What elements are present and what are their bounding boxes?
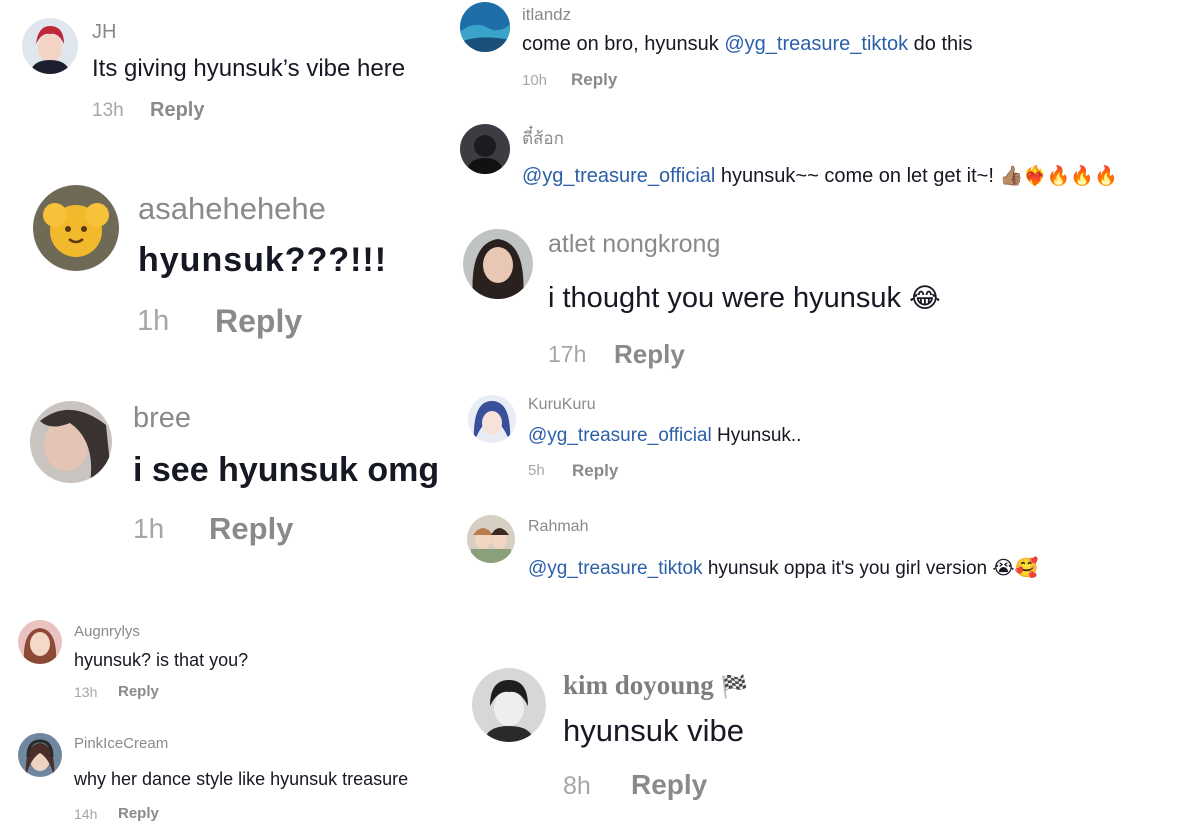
reply-button[interactable]: Reply — [614, 339, 685, 370]
timestamp: 17h — [548, 341, 587, 367]
avatar[interactable] — [463, 229, 533, 299]
mention-link[interactable]: @yg_treasure_official — [522, 165, 715, 187]
avatar[interactable] — [467, 515, 515, 563]
avatar[interactable] — [18, 733, 62, 777]
avatar[interactable] — [460, 124, 510, 174]
comment-text-part: hyunsuk oppa it's you girl version — [702, 558, 988, 579]
reply-button[interactable]: Reply — [209, 511, 293, 547]
reply-button[interactable]: Reply — [150, 99, 204, 122]
comment-text: i see hyunsuk omg — [133, 451, 440, 489]
avatar[interactable] — [22, 18, 78, 74]
comment-text-part: hyunsuk~~ come on let get it~! — [715, 165, 994, 187]
avatar[interactable] — [33, 185, 119, 271]
emoji-reaction: 😂 — [909, 283, 941, 313]
avatar[interactable] — [30, 401, 112, 483]
emoji-reaction: 👍🏽❤️‍🔥🔥🔥🔥 — [999, 166, 1118, 187]
comment-text: Its giving hyunsuk’s vibe here — [92, 55, 406, 82]
timestamp: 14h — [74, 806, 98, 822]
emoji-reaction: 😭🥰 — [992, 558, 1039, 579]
comment-text: come on bro, hyunsuk @yg_treasure_tiktok… — [522, 33, 973, 56]
comment-text: @yg_treasure_official hyunsuk~~ come on … — [522, 164, 1118, 188]
username-text[interactable]: kim doyoung — [563, 670, 714, 700]
comment-text: why her dance style like hyunsuk treasur… — [74, 769, 409, 789]
reply-button[interactable]: Reply — [572, 461, 618, 481]
comment-text-part: do this — [908, 33, 973, 55]
comment-text: @yg_treasure_tiktok hyunsuk oppa it's yo… — [528, 556, 1038, 580]
checkered-flag-icon: 🏁 — [720, 674, 748, 699]
avatar[interactable] — [460, 2, 510, 52]
timestamp: 5h — [528, 462, 545, 479]
reply-button[interactable]: Reply — [571, 70, 617, 90]
mention-link[interactable]: @yg_treasure_tiktok — [724, 33, 908, 55]
reply-button[interactable]: Reply — [118, 805, 159, 822]
timestamp: 10h — [522, 72, 548, 89]
username[interactable]: kim doyoung 🏁 — [563, 670, 748, 701]
timestamp: 1h — [137, 305, 170, 337]
username[interactable]: ตี๋ส้อก — [522, 125, 564, 152]
timestamp: 13h — [74, 684, 98, 700]
comment-text: hyunsuk? is that you? — [74, 650, 249, 670]
comment-text-part: come on bro, hyunsuk — [522, 33, 725, 55]
username[interactable]: asahehehehe — [138, 191, 326, 227]
mention-link[interactable]: @yg_treasure_official — [528, 425, 712, 446]
timestamp: 1h — [133, 513, 165, 544]
username[interactable]: bree — [133, 402, 191, 435]
comment-text: hyunsuk???!!! — [138, 241, 388, 279]
timestamp: 8h — [563, 772, 591, 800]
avatar[interactable] — [18, 620, 62, 664]
comment-text-part: Hyunsuk.. — [711, 425, 802, 446]
username[interactable]: PinkIceCream — [74, 735, 168, 752]
username[interactable]: KuruKuru — [528, 396, 596, 414]
username[interactable]: atlet nongkrong — [548, 230, 720, 259]
timestamp: 13h — [92, 100, 124, 121]
username[interactable]: itlandz — [522, 5, 571, 25]
mention-link[interactable]: @yg_treasure_tiktok — [528, 558, 703, 579]
avatar[interactable] — [468, 395, 516, 443]
comment-text: @yg_treasure_official Hyunsuk.. — [528, 425, 801, 447]
username[interactable]: Rahmah — [528, 518, 588, 536]
comment-text-part: i thought you were hyunsuk — [548, 282, 902, 314]
comment-text: hyunsuk vibe — [563, 713, 744, 748]
username[interactable]: Augnrylys — [74, 623, 140, 640]
reply-button[interactable]: Reply — [118, 683, 159, 700]
reply-button[interactable]: Reply — [631, 769, 707, 801]
username[interactable]: JH — [92, 21, 116, 44]
reply-button[interactable]: Reply — [215, 303, 302, 340]
avatar[interactable] — [472, 668, 546, 742]
comment-text: i thought you were hyunsuk 😂 — [548, 282, 941, 315]
